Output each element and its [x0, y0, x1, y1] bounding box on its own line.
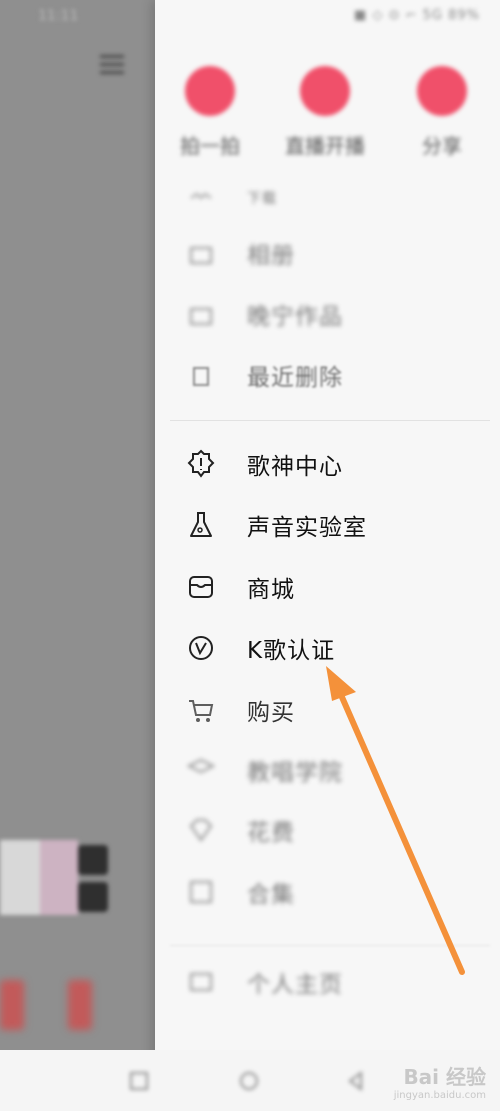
annotation-arrow: [326, 666, 465, 975]
